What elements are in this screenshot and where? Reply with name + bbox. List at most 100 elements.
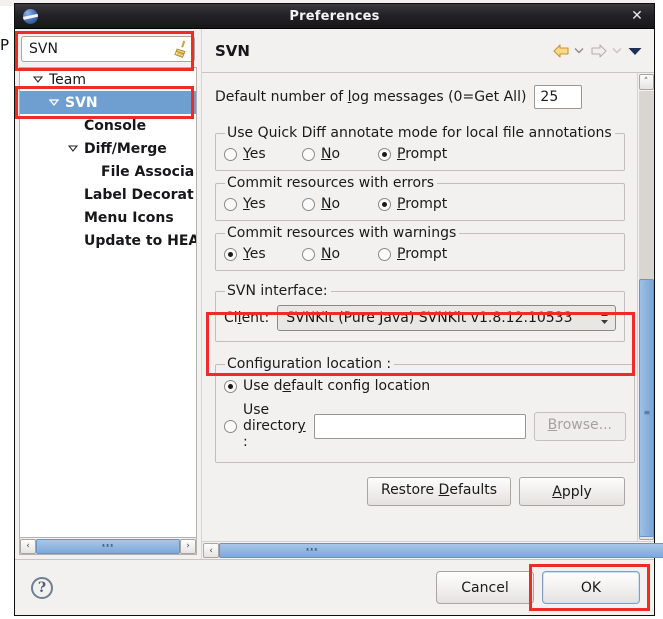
tree-item-label: Console bbox=[84, 117, 147, 134]
commit-errors-yes-radio[interactable]: Yes bbox=[224, 196, 302, 212]
commit-errors-group: Commit resources with errors Yes No Prom… bbox=[215, 175, 625, 221]
scroll-up-icon[interactable]: ˄ bbox=[638, 74, 654, 90]
tree-hscroll-track[interactable]: ᵜᵜᵜ bbox=[36, 538, 180, 554]
page-hscroll-track[interactable]: ᵜᵜᵜ bbox=[219, 543, 663, 558]
config-directory-row: Use directory : Browse... bbox=[224, 398, 626, 454]
background-right-strip bbox=[655, 0, 663, 619]
tree-hscroll-thumb[interactable]: ᵜᵜᵜ bbox=[36, 538, 180, 554]
dialog-titlebar[interactable]: Preferences ✕ bbox=[15, 4, 654, 29]
quickdiff-radios: Yes No Prompt bbox=[224, 143, 616, 165]
tree-item-file-associations[interactable]: File Associa bbox=[20, 160, 196, 183]
commit-warnings-yes-radio[interactable]: Yes bbox=[224, 246, 302, 262]
svn-client-value: SVNKit (Pure Java) SVNKit v1.8.12.10533 bbox=[286, 310, 573, 326]
radio-dot[interactable] bbox=[302, 197, 315, 211]
log-messages-input[interactable] bbox=[534, 85, 583, 109]
expand-triangle-icon[interactable] bbox=[48, 96, 62, 110]
scroll-grip: ᵜᵜᵜ bbox=[101, 541, 115, 551]
tree-item-team[interactable]: Team bbox=[20, 68, 196, 91]
commit-errors-prompt-radio[interactable]: Prompt bbox=[378, 196, 447, 212]
radio-dot[interactable] bbox=[302, 147, 315, 161]
back-history-chevron-down-icon[interactable] bbox=[572, 40, 586, 62]
restore-defaults-button[interactable]: Restore Defaults bbox=[366, 477, 511, 506]
browse-button: Browse... bbox=[533, 411, 626, 441]
config-default-row: Use default config location bbox=[224, 374, 626, 398]
radio-label: No bbox=[321, 196, 341, 212]
close-icon[interactable]: ✕ bbox=[629, 8, 645, 24]
radio-dot[interactable] bbox=[224, 147, 237, 161]
page-content: Default number of log messages (0=Get Al… bbox=[202, 73, 637, 541]
tree-item-console[interactable]: Console bbox=[20, 114, 196, 137]
commit-errors-no-radio[interactable]: No bbox=[302, 196, 378, 212]
expand-triangle-icon[interactable] bbox=[32, 73, 46, 87]
config-location-group: Configuration location : Use default con… bbox=[215, 356, 635, 463]
tree-horizontal-scrollbar[interactable]: ‹ ᵜᵜᵜ › bbox=[19, 538, 197, 555]
dialog-title: Preferences bbox=[289, 8, 380, 24]
expand-triangle-icon[interactable] bbox=[67, 142, 81, 156]
radio-dot[interactable] bbox=[302, 247, 315, 261]
scroll-grip: ≡ bbox=[643, 408, 651, 417]
tree-item-svn[interactable]: SVN bbox=[20, 91, 196, 114]
commit-warnings-group: Commit resources with warnings Yes No Pr… bbox=[215, 225, 625, 271]
radio-label: Yes bbox=[243, 146, 266, 162]
config-location-legend: Configuration location : bbox=[227, 356, 392, 372]
radio-dot[interactable] bbox=[378, 147, 391, 161]
scroll-grip: ᵜᵜᵜ bbox=[306, 546, 319, 555]
tree-item-label-decorations[interactable]: Label Decorat bbox=[20, 183, 196, 206]
question-mark-icon[interactable]: ? bbox=[31, 576, 53, 599]
page-vscroll-track[interactable]: ≡ bbox=[638, 91, 654, 537]
page-header: SVN bbox=[202, 29, 654, 73]
commit-warnings-no-radio[interactable]: No bbox=[302, 246, 378, 262]
page-horizontal-scrollbar[interactable]: ‹ ᵜᵜᵜ › bbox=[202, 541, 663, 559]
ok-button[interactable]: OK bbox=[542, 571, 640, 604]
quickdiff-no-radio[interactable]: No bbox=[302, 146, 378, 162]
view-menu-triangle-down-icon[interactable] bbox=[624, 40, 646, 62]
preferences-tree[interactable]: Team SVN Console Diff/Merge File Associa… bbox=[19, 67, 197, 538]
filter-search-wrap: SVN bbox=[21, 36, 195, 62]
tree-item-label: Menu Icons bbox=[84, 209, 174, 226]
broom-icon[interactable] bbox=[173, 40, 189, 58]
cancel-button[interactable]: Cancel bbox=[436, 571, 534, 604]
updown-arrows-icon[interactable] bbox=[597, 310, 611, 326]
quickdiff-prompt-radio[interactable]: Prompt bbox=[378, 146, 447, 162]
use-default-config-radio[interactable]: Use default config location bbox=[224, 378, 430, 394]
radio-dot[interactable] bbox=[224, 247, 237, 261]
radio-dot[interactable] bbox=[224, 419, 237, 433]
commit-warnings-legend: Commit resources with warnings bbox=[227, 225, 457, 241]
quickdiff-yes-radio[interactable]: Yes bbox=[224, 146, 302, 162]
tree-item-diff-merge[interactable]: Diff/Merge bbox=[20, 137, 196, 160]
apply-button[interactable]: Apply bbox=[519, 477, 625, 506]
scroll-right-icon[interactable]: › bbox=[180, 538, 196, 554]
radio-dot[interactable] bbox=[378, 197, 391, 211]
quickdiff-legend: Use Quick Diff annotate mode for local f… bbox=[227, 125, 612, 141]
radio-dot[interactable] bbox=[378, 247, 391, 261]
page-vertical-scrollbar[interactable]: ˄ ≡ ˅ bbox=[637, 73, 654, 541]
radio-dot[interactable] bbox=[224, 197, 237, 211]
radio-dot[interactable] bbox=[224, 379, 237, 393]
back-arrow-icon[interactable] bbox=[550, 40, 572, 62]
radio-label: Use directory : bbox=[243, 402, 306, 450]
commit-warnings-radios: Yes No Prompt bbox=[224, 243, 616, 265]
scroll-left-icon[interactable]: ‹ bbox=[20, 538, 36, 554]
forward-arrow-icon bbox=[588, 40, 610, 62]
svn-client-row: Client: SVNKit (Pure Java) SVNKit v1.8.1… bbox=[224, 301, 616, 331]
page-vscroll-thumb[interactable]: ≡ bbox=[638, 279, 654, 537]
directory-input[interactable] bbox=[313, 413, 526, 439]
tree-item-update-to-head[interactable]: Update to HEA bbox=[20, 229, 196, 252]
tree-item-menu-icons[interactable]: Menu Icons bbox=[20, 206, 196, 229]
forward-history-chevron-down-icon bbox=[610, 40, 624, 62]
tree-item-label: Label Decorat bbox=[84, 186, 194, 203]
radio-label: No bbox=[321, 246, 341, 262]
tree-item-label: SVN bbox=[65, 94, 98, 111]
radio-label: Use default config location bbox=[243, 378, 431, 394]
svn-client-select[interactable]: SVNKit (Pure Java) SVNKit v1.8.12.10533 bbox=[277, 305, 616, 331]
page-title: SVN bbox=[215, 41, 250, 60]
use-directory-radio[interactable]: Use directory : bbox=[224, 402, 306, 450]
page-hscroll-thumb[interactable]: ᵜᵜᵜ bbox=[219, 543, 663, 558]
search-input[interactable]: SVN bbox=[21, 36, 195, 62]
dialog-columns: SVN Team SVN Console Diff/Merge File Ass… bbox=[15, 29, 663, 559]
page-action-buttons: Restore Defaults Apply bbox=[215, 477, 625, 506]
log-messages-label: Default number of log messages (0=Get Al… bbox=[215, 89, 527, 105]
svn-interface-legend: SVN interface: bbox=[227, 283, 328, 299]
commit-warnings-prompt-radio[interactable]: Prompt bbox=[378, 246, 447, 262]
scroll-left-icon[interactable]: ‹ bbox=[203, 543, 219, 558]
